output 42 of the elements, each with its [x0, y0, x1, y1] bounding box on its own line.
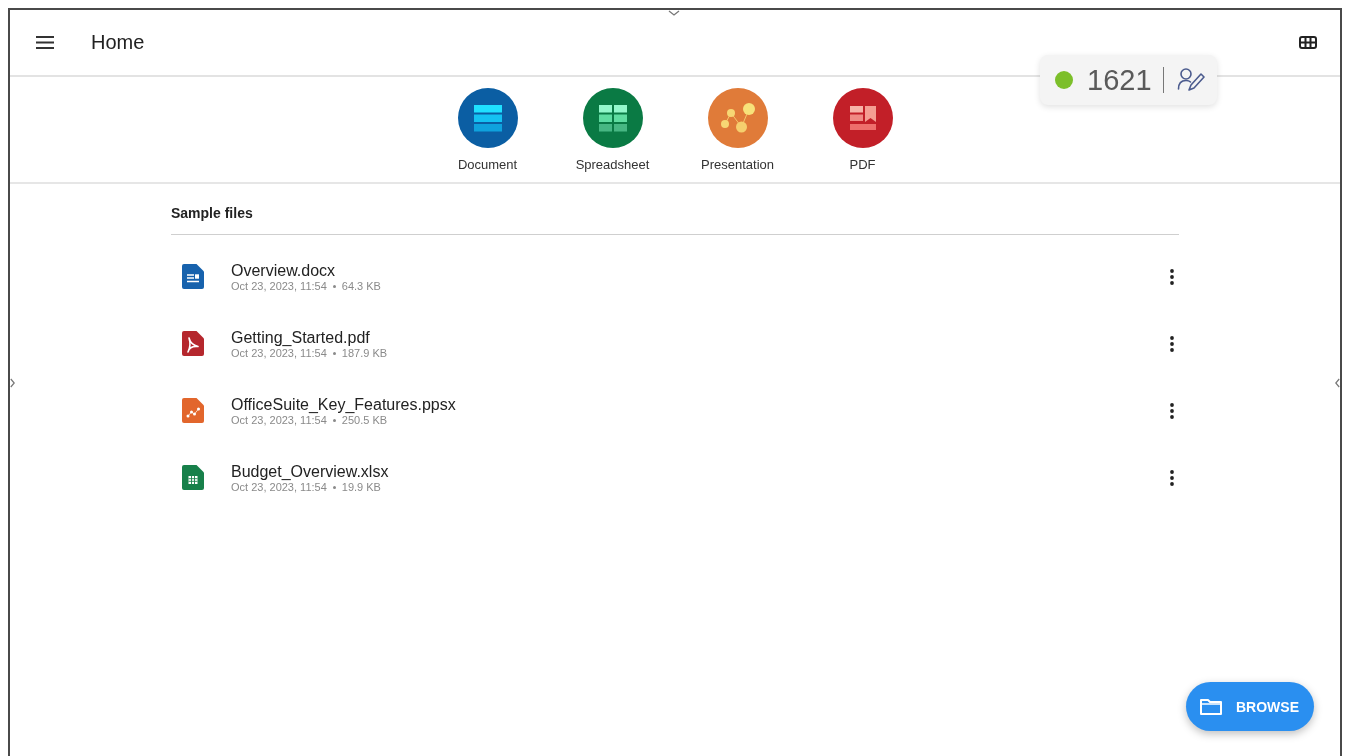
separator-dot-icon	[332, 418, 336, 422]
person-pen-icon[interactable]	[1177, 67, 1205, 93]
more-options-icon[interactable]	[1170, 402, 1174, 419]
file-size: 250.5 KB	[341, 413, 388, 427]
file-size: 187.9 KB	[341, 346, 388, 360]
page-title: Home	[91, 31, 145, 54]
section-heading: Sample files	[171, 205, 254, 222]
document-icon	[457, 88, 518, 148]
create-pdf-button[interactable]: PDF	[800, 88, 925, 172]
separator-dot-icon	[332, 485, 336, 489]
file-name[interactable]: OfficeSuite_Key_Features.ppsx	[231, 394, 456, 414]
file-date: Oct 23, 2023, 11:54	[231, 480, 327, 494]
create-document-button[interactable]: Document	[425, 88, 550, 172]
more-options-icon[interactable]	[1170, 268, 1174, 285]
file-size: 64.3 KB	[341, 279, 381, 293]
chevron-right-icon[interactable]	[10, 378, 15, 388]
file-date: Oct 23, 2023, 11:54	[231, 346, 327, 360]
presentation-icon	[707, 88, 768, 148]
file-date: Oct 23, 2023, 11:54	[231, 413, 327, 427]
file-size: 19.9 KB	[341, 480, 381, 494]
presentation-file-icon	[182, 398, 204, 423]
spreadsheet-icon	[582, 88, 643, 148]
create-presentation-button[interactable]: Presentation	[675, 88, 800, 172]
chevron-left-icon[interactable]	[1335, 378, 1340, 388]
more-options-icon[interactable]	[1170, 335, 1174, 352]
pdf-icon	[832, 88, 893, 148]
file-name[interactable]: Getting_Started.pdf	[231, 327, 388, 347]
user-count: 1621	[1087, 63, 1152, 97]
create-spreadsheet-button[interactable]: Spreadsheet	[550, 88, 675, 172]
separator-dot-icon	[332, 284, 336, 288]
document-file-icon	[182, 264, 204, 289]
pdf-file-icon	[182, 331, 204, 356]
grid-view-icon[interactable]	[1299, 36, 1317, 49]
file-name[interactable]: Overview.docx	[231, 260, 381, 280]
more-options-icon[interactable]	[1170, 469, 1174, 486]
file-name[interactable]: Budget_Overview.xlsx	[231, 461, 389, 481]
chevron-down-icon[interactable]	[668, 10, 680, 16]
menu-icon[interactable]	[36, 36, 54, 49]
file-date: Oct 23, 2023, 11:54	[231, 279, 327, 293]
separator-dot-icon	[332, 351, 336, 355]
folder-icon	[1200, 698, 1222, 715]
spreadsheet-file-icon	[182, 465, 204, 490]
